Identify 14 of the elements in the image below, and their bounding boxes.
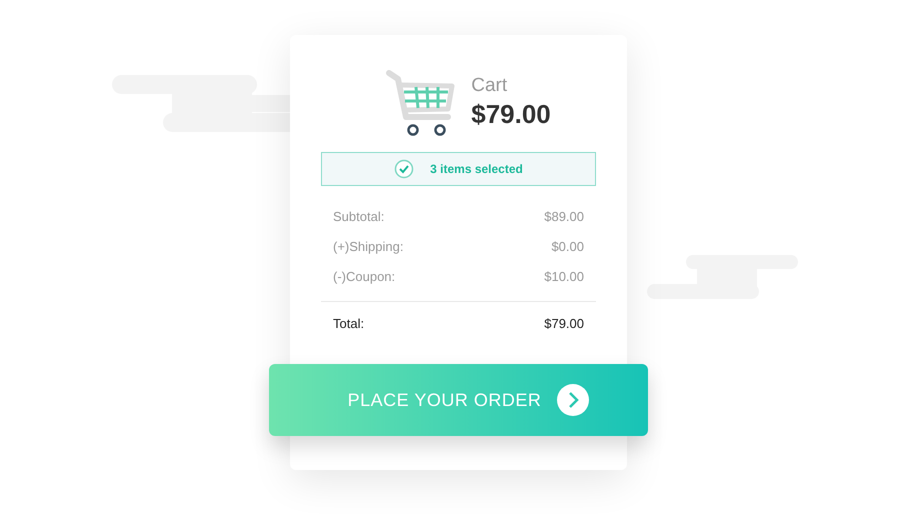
- selection-text: 3 items selected: [430, 161, 523, 178]
- chevron-right-icon: [557, 384, 590, 416]
- cart-total-amount: $79.00: [471, 98, 551, 130]
- summary-value: $79.00: [544, 314, 584, 333]
- summary-label: Total:: [333, 314, 364, 333]
- summary-value: $10.00: [544, 268, 584, 286]
- summary-label: (+)Shipping:: [333, 238, 404, 256]
- shopping-cart-icon: [386, 69, 456, 137]
- summary-value: $0.00: [551, 238, 584, 256]
- cart-title: Cart: [471, 76, 508, 95]
- summary-value: $89.00: [544, 208, 584, 226]
- summary-label: Subtotal:: [333, 208, 384, 226]
- place-order-button[interactable]: PLACE YOUR ORDER: [269, 364, 648, 436]
- summary-label: (-)Coupon:: [333, 268, 396, 286]
